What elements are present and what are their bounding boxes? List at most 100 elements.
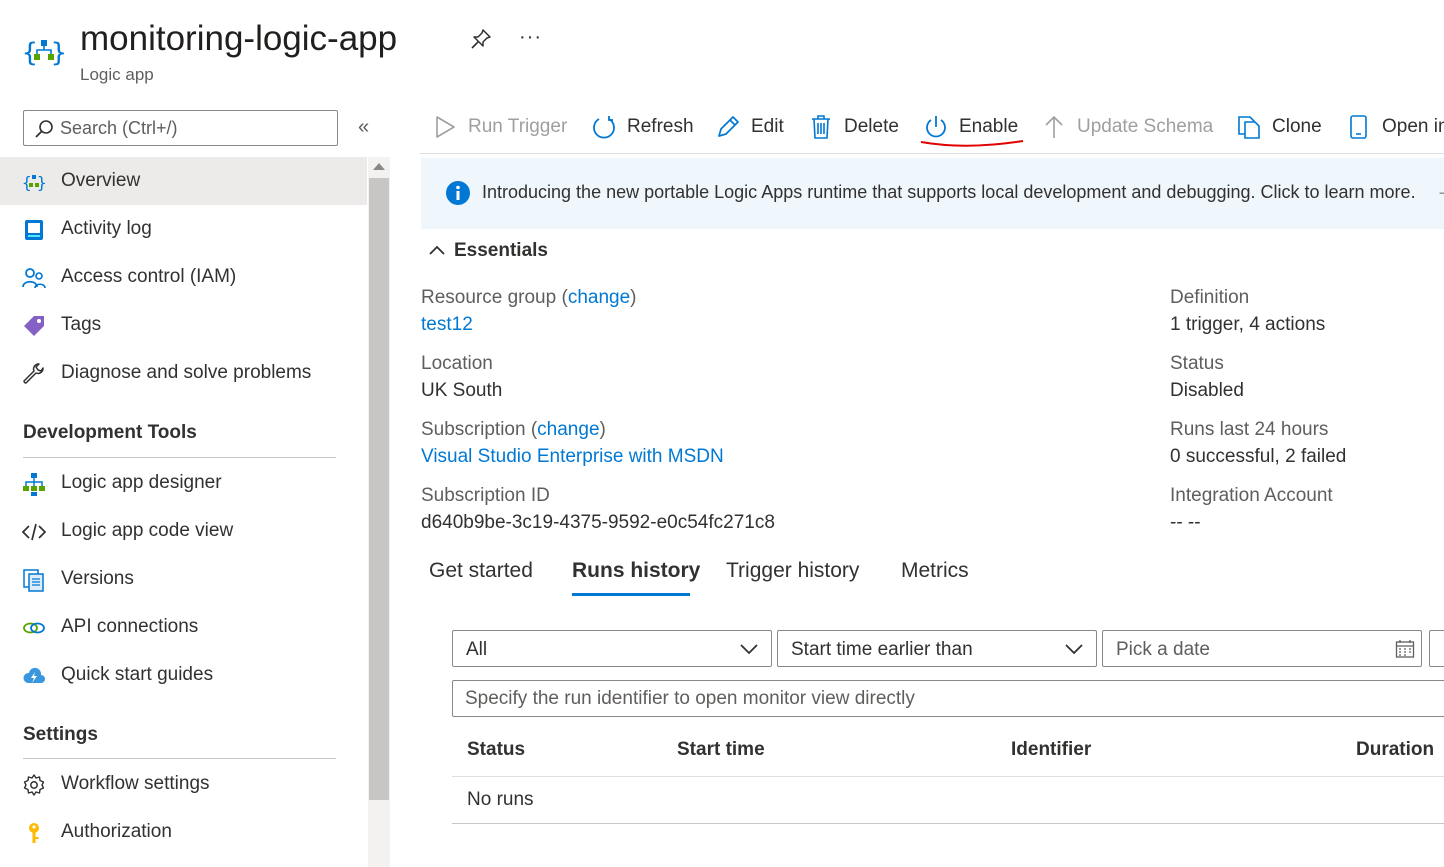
column-header-start-time[interactable]: Start time (677, 739, 765, 761)
section-divider (23, 758, 336, 759)
chevron-down-icon (739, 641, 759, 657)
run-trigger-button[interactable]: Run Trigger (432, 110, 567, 144)
table-bottom-divider (452, 823, 1444, 824)
change-subscription-link[interactable]: change (537, 419, 599, 440)
integration-account-label: Integration Account (1170, 485, 1333, 506)
banner-arrow-icon[interactable]: → (1436, 180, 1444, 201)
svg-text:}: } (37, 173, 46, 192)
empty-state-text: No runs (467, 789, 534, 810)
designer-icon (22, 472, 46, 496)
code-icon (22, 520, 46, 544)
sidebar-item-label: Quick start guides (61, 664, 214, 685)
run-identifier-input[interactable] (465, 681, 1444, 716)
date-picker[interactable]: Pick a date (1102, 630, 1422, 667)
runs-last-24h-label: Runs last 24 hours (1170, 419, 1329, 440)
change-resource-group-link[interactable]: change (568, 287, 630, 308)
banner-text: Introducing the new portable Logic Apps … (482, 182, 1416, 202)
sidebar-scrollbar-thumb[interactable] (369, 178, 389, 800)
svg-text:{: { (22, 173, 32, 192)
refresh-icon (591, 114, 617, 140)
resource-group-link[interactable]: test12 (421, 314, 473, 336)
status-value: Disabled (1170, 380, 1244, 401)
chevron-down-icon (1064, 641, 1084, 657)
logic-app-icon: { } (22, 170, 46, 194)
power-icon (923, 114, 949, 140)
tab-trigger-history[interactable]: Trigger history (726, 559, 859, 583)
calendar-icon[interactable] (1395, 639, 1415, 659)
date-placeholder: Pick a date (1116, 639, 1210, 660)
tab-runs-history[interactable]: Runs history (572, 559, 700, 583)
sidebar-item-api-connections[interactable]: API connections (0, 603, 367, 651)
sidebar-item-tags[interactable]: Tags (0, 301, 367, 349)
toolbar-divider (420, 153, 1444, 154)
sidebar-item-label: Logic app designer (61, 472, 222, 493)
sidebar-item-versions[interactable]: Versions (0, 555, 367, 603)
column-header-identifier[interactable]: Identifier (1011, 739, 1091, 761)
info-banner[interactable]: Introducing the new portable Logic Apps … (421, 158, 1444, 229)
time-filter-dropdown[interactable]: Start time earlier than (777, 630, 1097, 667)
sidebar-item-authorization[interactable]: Authorization (0, 808, 367, 856)
tab-get-started[interactable]: Get started (429, 559, 533, 583)
table-header-divider (452, 776, 1444, 777)
sidebar-item-code-view[interactable]: Logic app code view (0, 507, 367, 555)
trash-icon (808, 114, 834, 140)
delete-button[interactable]: Delete (808, 110, 899, 144)
time-filter-value: Start time earlier than (791, 639, 973, 660)
subscription-id-label: Subscription ID (421, 485, 550, 506)
search-input[interactable] (60, 111, 330, 145)
sidebar-search[interactable] (23, 110, 338, 146)
play-icon (432, 114, 458, 140)
people-icon (22, 266, 46, 290)
sidebar-item-label: Authorization (61, 821, 172, 842)
more-options-button[interactable]: ··· (519, 26, 542, 48)
run-identifier-field[interactable] (452, 680, 1444, 717)
sidebar-item-label: Access control (IAM) (61, 266, 237, 287)
location-label: Location (421, 353, 493, 374)
update-schema-button[interactable]: Update Schema (1041, 110, 1213, 144)
copy-icon (1236, 114, 1262, 140)
pencil-icon (715, 114, 741, 140)
sidebar-item-label: Diagnose and solve problems (61, 362, 312, 383)
clone-button[interactable]: Clone (1236, 110, 1322, 144)
tab-metrics[interactable]: Metrics (901, 559, 969, 583)
status-filter-dropdown[interactable]: All (452, 630, 772, 667)
essentials-title: Essentials (454, 240, 548, 261)
open-in-mobile-button[interactable]: Open in mobile (1346, 110, 1444, 144)
subscription-link[interactable]: Visual Studio Enterprise with MSDN (421, 446, 724, 468)
sidebar-item-logic-app-designer[interactable]: Logic app designer (0, 459, 367, 507)
column-header-duration[interactable]: Duration (1356, 739, 1434, 761)
essentials-toggle[interactable]: Essentials (428, 240, 548, 262)
page-subtitle: Logic app (80, 65, 154, 84)
search-icon (34, 119, 54, 139)
pin-icon[interactable] (470, 28, 492, 50)
definition-value: 1 trigger, 4 actions (1170, 314, 1326, 335)
sidebar-item-access-control[interactable]: Access control (IAM) (0, 253, 367, 301)
sidebar-item-label: API connections (61, 616, 199, 637)
edit-button[interactable]: Edit (715, 110, 784, 144)
chevron-up-icon (428, 242, 446, 260)
scroll-up-arrow-icon[interactable] (373, 163, 385, 170)
activity-log-icon (22, 218, 46, 242)
collapse-sidebar-button[interactable]: « (358, 116, 369, 139)
link-icon (22, 616, 46, 640)
versions-icon (22, 568, 46, 592)
sidebar-item-workflow-settings[interactable]: Workflow settings (0, 760, 367, 808)
wrench-icon (22, 362, 46, 386)
resource-group-label: Resource group (change) (421, 287, 637, 308)
sidebar-item-activity-log[interactable]: Activity log (0, 205, 367, 253)
section-development-tools: Development Tools (23, 422, 197, 443)
sidebar-item-label: Versions (61, 568, 134, 589)
time-picker[interactable] (1429, 630, 1444, 667)
svg-text:}: } (51, 38, 66, 68)
subscription-label: Subscription (change) (421, 419, 606, 440)
sidebar-item-label: Overview (61, 170, 141, 191)
integration-account-value: -- -- (1170, 512, 1201, 533)
sidebar-item-diagnose[interactable]: Diagnose and solve problems (0, 349, 367, 397)
sidebar-item-overview[interactable]: { } Overview (0, 157, 367, 205)
column-header-status[interactable]: Status (467, 739, 525, 761)
sidebar-item-label: Tags (61, 314, 102, 335)
sidebar-item-label: Workflow settings (61, 773, 210, 794)
subscription-id-value: d640b9be-3c19-4375-9592-e0c54fc271c8 (421, 512, 775, 533)
sidebar-item-quick-start[interactable]: Quick start guides (0, 651, 367, 699)
refresh-button[interactable]: Refresh (591, 110, 694, 144)
